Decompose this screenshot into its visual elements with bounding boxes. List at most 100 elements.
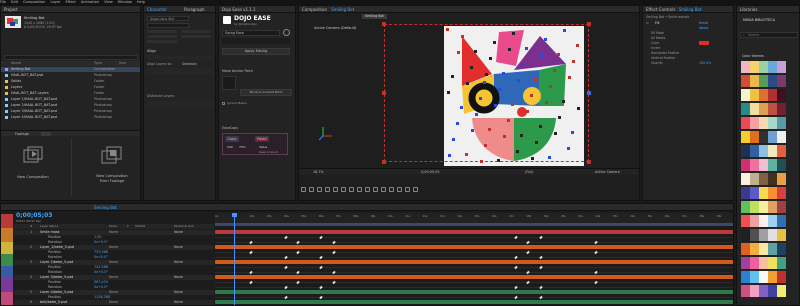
timeline-timecode[interactable]: 0;00;05;03 xyxy=(16,212,52,219)
rectangle-tool-icon[interactable] xyxy=(357,187,362,192)
project-item[interactable]: Layer 2/HAAL.BOT_BAT.psd Photoshop xyxy=(1,103,140,108)
project-item[interactable]: Layers Folder xyxy=(1,85,140,90)
color-swatch[interactable] xyxy=(768,257,777,269)
playhead-handle[interactable] xyxy=(232,213,237,217)
keyframe-icon[interactable] xyxy=(296,250,300,255)
effect-reset-button[interactable]: Reset xyxy=(699,21,708,25)
keyframe-icon[interactable] xyxy=(249,250,253,255)
project-item[interactable]: Layer 3/HAAL.BOT_BAT.psd Photoshop xyxy=(1,109,140,114)
color-swatch[interactable] xyxy=(759,159,768,171)
selection-handle[interactable] xyxy=(587,22,591,26)
keyframe-icon[interactable] xyxy=(332,240,336,245)
color-swatch[interactable] xyxy=(777,159,786,171)
keyframe-icon[interactable] xyxy=(594,250,598,255)
keyframe-icon[interactable] xyxy=(296,270,300,275)
menu-item-view[interactable]: View xyxy=(104,0,113,4)
color-swatch[interactable] xyxy=(759,89,768,101)
color-swatch[interactable] xyxy=(741,187,750,199)
color-swatch[interactable] xyxy=(768,215,777,227)
keyframe-icon[interactable] xyxy=(284,235,288,240)
font-style-select[interactable] xyxy=(147,23,189,28)
color-swatch[interactable] xyxy=(750,271,759,283)
layer-mode-select[interactable]: Norm xyxy=(109,300,118,305)
font-select[interactable]: Ango Lans Std xyxy=(147,16,189,21)
layer-duration-bar[interactable] xyxy=(215,275,733,279)
dolly-tool-icon[interactable] xyxy=(349,187,354,192)
home-icon[interactable] xyxy=(301,187,306,192)
color-swatch[interactable] xyxy=(777,75,786,87)
menu-item-animation[interactable]: Animation xyxy=(81,0,99,4)
project-item[interactable]: Smiling Bot Composition xyxy=(1,67,140,72)
color-swatch[interactable] xyxy=(750,159,759,171)
brush-tool-icon[interactable] xyxy=(381,187,386,192)
tab-character[interactable]: Character xyxy=(147,7,167,12)
effect-about-button[interactable]: About xyxy=(699,26,708,30)
color-swatch[interactable] xyxy=(777,117,786,129)
keyframe-icon[interactable] xyxy=(332,280,336,285)
ease-value-2[interactable]: 75% xyxy=(239,145,246,149)
settings-gear-icon[interactable] xyxy=(283,29,290,36)
color-swatch[interactable] xyxy=(777,257,786,269)
color-swatch[interactable] xyxy=(777,285,786,297)
ease-value-1[interactable]: 100 xyxy=(227,145,233,149)
layer-duration-bar[interactable] xyxy=(215,290,733,294)
color-swatch[interactable] xyxy=(750,257,759,269)
roto-tool-icon[interactable] xyxy=(405,187,410,192)
selection-handle[interactable] xyxy=(382,91,386,95)
color-swatch[interactable] xyxy=(768,117,777,129)
keyframe-icon[interactable] xyxy=(319,285,323,290)
keyframe-icon[interactable] xyxy=(594,270,598,275)
color-swatch[interactable] xyxy=(759,145,768,157)
project-item[interactable]: Solids Folder xyxy=(1,79,140,84)
color-swatch[interactable] xyxy=(768,131,777,143)
keyframe-icon[interactable] xyxy=(539,285,543,290)
keyframe-icon[interactable] xyxy=(594,280,598,285)
selection-bounding-box[interactable] xyxy=(384,24,589,162)
pen-tool-icon[interactable] xyxy=(365,187,370,192)
eraser-tool-icon[interactable] xyxy=(397,187,402,192)
playhead[interactable] xyxy=(234,213,235,305)
color-swatch[interactable] xyxy=(768,75,777,87)
parent-select[interactable]: None xyxy=(174,300,183,305)
color-swatch[interactable] xyxy=(768,173,777,185)
color-swatch[interactable] xyxy=(750,229,759,241)
orbit-tool-icon[interactable] xyxy=(333,187,338,192)
color-swatch[interactable] xyxy=(777,215,786,227)
keyframe-icon[interactable] xyxy=(526,280,530,285)
color-swatch[interactable] xyxy=(750,75,759,87)
keyframe-icon[interactable] xyxy=(296,280,300,285)
time-ruler[interactable]: 0s01s02s03s04s05s06s07s08s09s10s11s12s13… xyxy=(215,213,733,223)
selection-handle[interactable] xyxy=(587,160,591,164)
quality-select[interactable]: (Full) xyxy=(525,169,533,176)
new-comp-from-footage-button[interactable]: New Composition From Footage xyxy=(87,146,137,190)
effect-property[interactable]: Invert xyxy=(651,46,660,50)
menu-item-edit[interactable]: Edit xyxy=(11,0,18,4)
work-area-bar[interactable] xyxy=(215,223,733,226)
library-name[interactable]: MIXKA BIBLIOTECA xyxy=(743,18,775,22)
color-swatch[interactable] xyxy=(777,131,786,143)
timeline-comp-tab[interactable]: Smiling Bot xyxy=(94,205,117,210)
effect-property[interactable]: Color xyxy=(651,41,659,45)
color-swatch[interactable] xyxy=(759,131,768,143)
effect-property[interactable]: Opacity xyxy=(651,61,663,65)
color-swatch[interactable] xyxy=(750,201,759,213)
keyframe-icon[interactable] xyxy=(319,255,323,260)
color-swatch[interactable] xyxy=(759,117,768,129)
keyframe-icon[interactable] xyxy=(296,240,300,245)
color-swatch[interactable] xyxy=(750,173,759,185)
color-swatch[interactable] xyxy=(759,243,768,255)
color-swatch[interactable] xyxy=(750,215,759,227)
color-swatch[interactable] xyxy=(777,89,786,101)
keyframe-icon[interactable] xyxy=(514,235,518,240)
project-item[interactable]: Layer 1/HAAL.BOT_BAT.psd Photoshop xyxy=(1,97,140,102)
keyframe-icon[interactable] xyxy=(526,250,530,255)
color-swatch[interactable] xyxy=(750,145,759,157)
keyframe-icon[interactable] xyxy=(539,295,543,300)
new-composition-button[interactable]: New Composition xyxy=(11,146,55,190)
color-swatch[interactable] xyxy=(759,173,768,185)
keyframe-icon[interactable] xyxy=(249,280,253,285)
color-swatch[interactable] xyxy=(750,61,759,73)
color-swatch[interactable] xyxy=(759,285,768,297)
color-swatch[interactable] xyxy=(741,285,750,297)
project-item[interactable]: Layer 4/HAAL.BOT_BAT.psd Photoshop xyxy=(1,115,140,120)
